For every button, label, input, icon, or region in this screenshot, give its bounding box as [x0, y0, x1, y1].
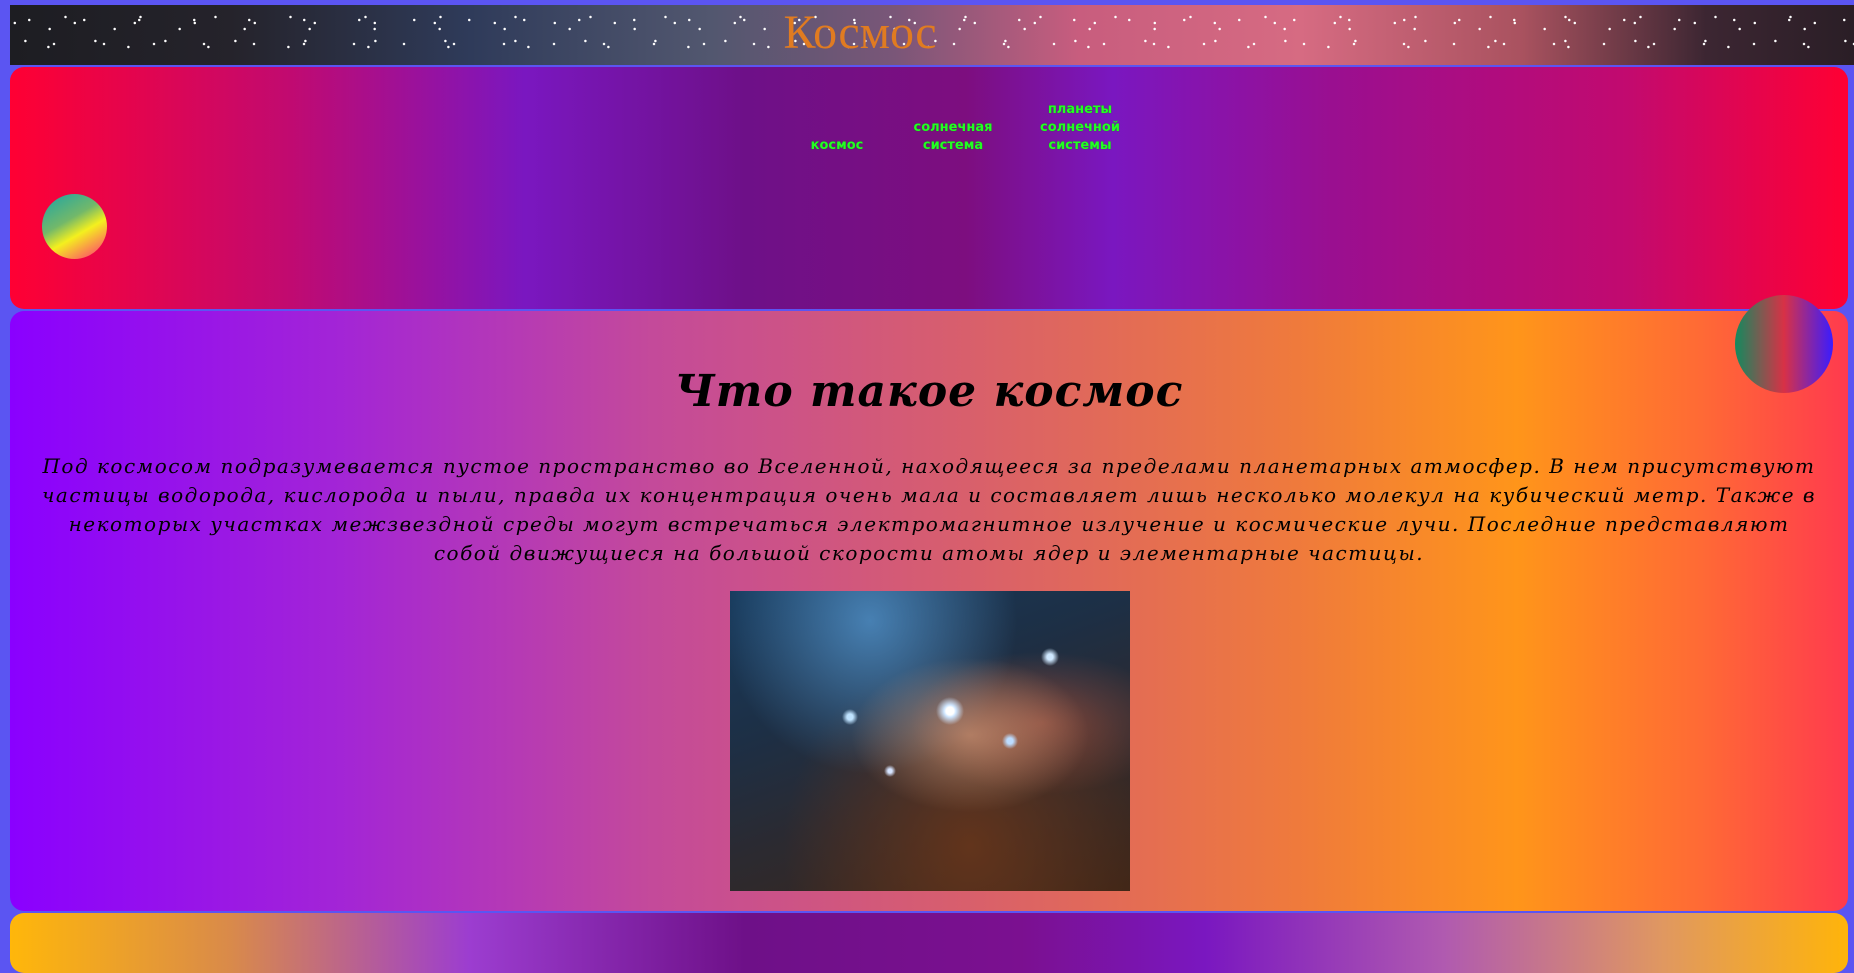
- nav-item-label: космос: [810, 138, 864, 153]
- site-title: Космос: [783, 6, 937, 59]
- nav-panel: космос солнечная система планеты солнечн…: [10, 67, 1848, 309]
- nav-item-label: солнечная система: [913, 120, 993, 153]
- nav-item-space[interactable]: космос: [782, 137, 892, 155]
- main-content: Что такое космос Под космосом подразумев…: [10, 311, 1848, 911]
- nebula-image: [730, 591, 1130, 891]
- decorative-circle: [42, 194, 107, 259]
- main-paragraph: Под космосом подразумевается пустое прос…: [41, 454, 1817, 565]
- nav-item-planets[interactable]: планеты солнечной системы: [1025, 101, 1135, 155]
- header-banner: Космос: [10, 5, 1854, 65]
- main-heading: Что такое космос: [674, 366, 1184, 417]
- nav-item-solar-system[interactable]: солнечная система: [903, 119, 1003, 155]
- decorative-circle: [1735, 295, 1833, 393]
- footer-panel: [10, 913, 1848, 973]
- nav-item-label: планеты солнечной системы: [1040, 102, 1120, 153]
